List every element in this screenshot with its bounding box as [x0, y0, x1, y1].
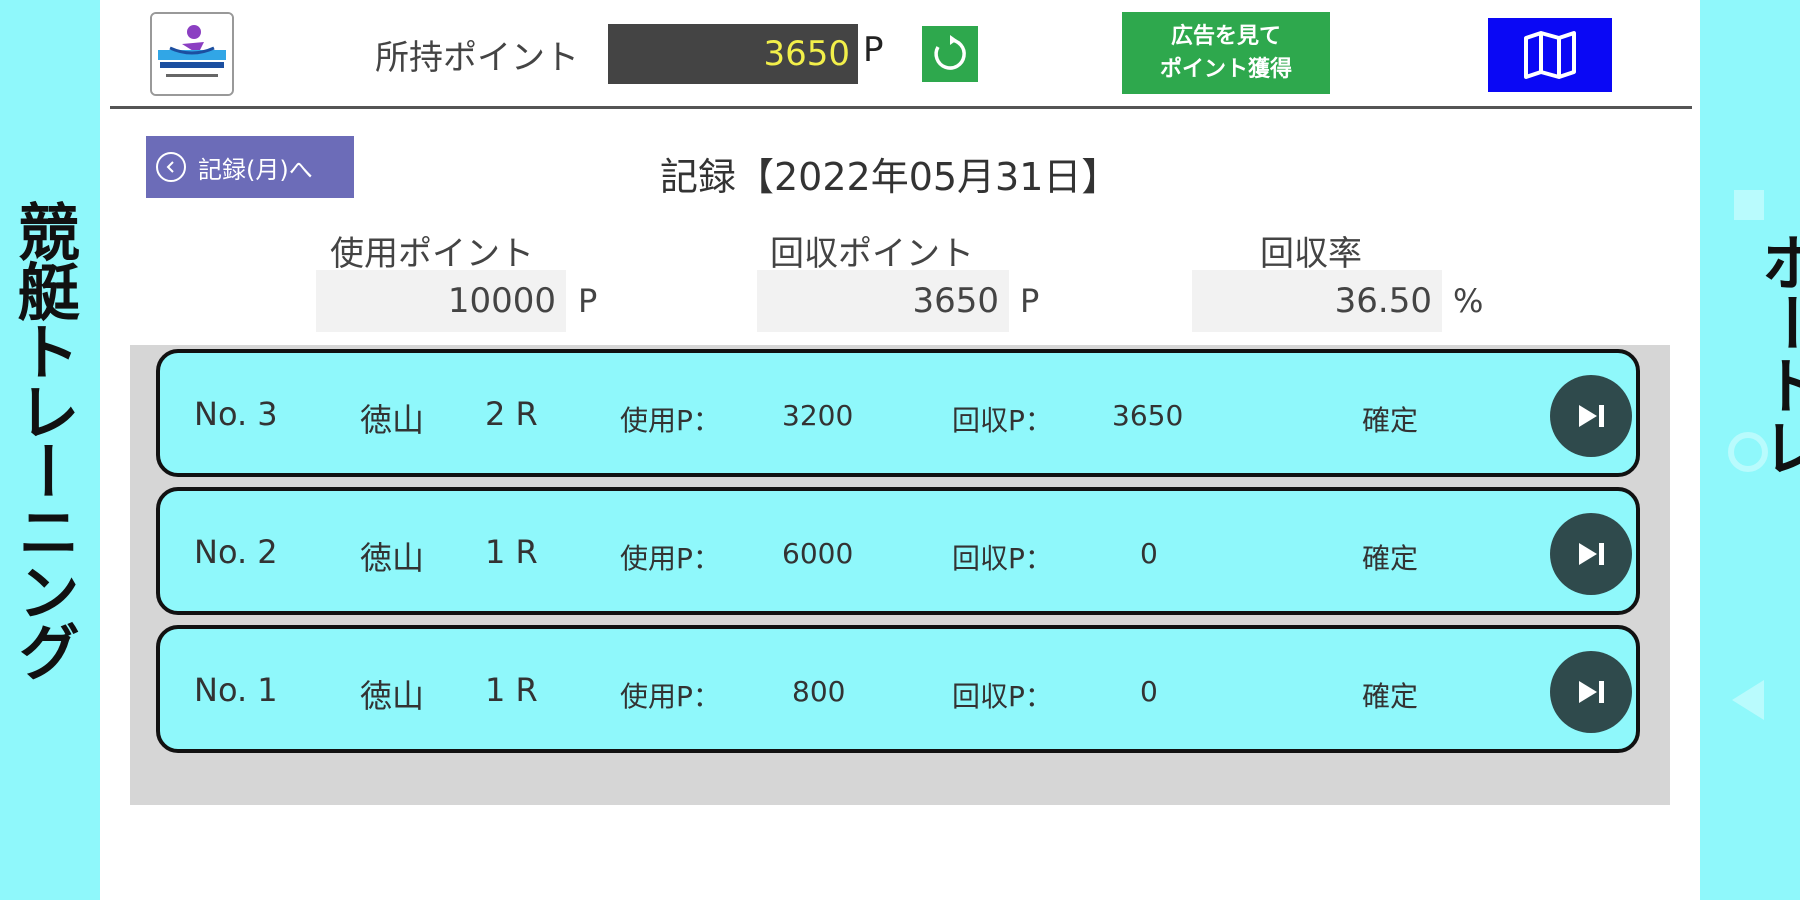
skip-next-icon	[1579, 405, 1604, 427]
recovery-rate-value: 36.50	[1192, 270, 1442, 332]
record-used-value: 3200	[782, 399, 854, 432]
recovered-points-label: 回収ポイント	[770, 234, 974, 274]
record-race: 1 R	[485, 533, 538, 571]
record-status: 確定	[1362, 680, 1419, 713]
owned-points-label: 所持ポイント	[375, 38, 579, 78]
skip-next-icon	[1579, 681, 1604, 703]
record-number: No. 3	[194, 395, 278, 433]
record-row[interactable]: No. 1 徳山 1 R 使用P： 800 回収P： 0 確定	[156, 625, 1640, 753]
recovered-points-value: 3650	[757, 270, 1009, 332]
refresh-button[interactable]	[922, 26, 978, 82]
page-title: 記録【2022年05月31日】	[660, 155, 1120, 199]
recent-apps-icon[interactable]	[1734, 190, 1764, 220]
owned-points-unit: P	[863, 30, 884, 70]
records-list: No. 3 徳山 2 R 使用P： 3200 回収P： 3650 確定 No. …	[130, 345, 1670, 805]
owned-points-value: 3650	[608, 24, 858, 84]
record-recovered-label: 回収P：	[952, 542, 1053, 575]
record-recovered-value: 3650	[1112, 399, 1184, 432]
watch-ad-label-1: 広告を見て	[1170, 24, 1281, 49]
back-nav-icon[interactable]	[1732, 680, 1764, 720]
used-points-label: 使用ポイント	[330, 234, 534, 274]
record-row[interactable]: No. 3 徳山 2 R 使用P： 3200 回収P： 3650 確定	[156, 349, 1640, 477]
recovered-points-unit: P	[1020, 282, 1040, 320]
watch-ad-button[interactable]: 広告を見て ポイント獲得	[1122, 12, 1330, 94]
record-number: No. 2	[194, 533, 278, 571]
map-button[interactable]	[1488, 18, 1612, 92]
record-used-label: 使用P：	[620, 680, 721, 713]
app-logo	[150, 12, 234, 96]
record-detail-button[interactable]	[1550, 651, 1632, 733]
record-recovered-value: 0	[1140, 537, 1158, 570]
used-points-value: 10000	[316, 270, 566, 332]
record-recovered-value: 0	[1140, 675, 1158, 708]
refresh-icon	[934, 35, 966, 70]
record-used-value: 6000	[782, 537, 854, 570]
back-to-monthly-button[interactable]: 記録(月)へ	[146, 136, 354, 198]
back-to-monthly-label: 記録(月)へ	[198, 155, 313, 184]
record-status: 確定	[1362, 404, 1419, 437]
record-row[interactable]: No. 2 徳山 1 R 使用P： 6000 回収P： 0 確定	[156, 487, 1640, 615]
recovery-rate-label: 回収率	[1260, 234, 1362, 274]
record-venue: 徳山	[360, 539, 425, 577]
record-venue: 徳山	[360, 677, 425, 715]
right-banner-text: ボートレ！	[1751, 230, 1800, 540]
record-race: 1 R	[485, 671, 538, 709]
record-used-value: 800	[792, 675, 846, 708]
left-banner-text: 競艇トレーニング	[7, 200, 80, 680]
record-venue: 徳山	[360, 401, 425, 439]
record-detail-button[interactable]	[1550, 375, 1632, 457]
record-number: No. 1	[194, 671, 278, 709]
header-divider	[110, 106, 1692, 109]
record-used-label: 使用P：	[620, 542, 721, 575]
record-detail-button[interactable]	[1550, 513, 1632, 595]
map-icon	[1524, 31, 1576, 79]
recovery-rate-unit: %	[1453, 282, 1484, 320]
skip-next-icon	[1579, 543, 1604, 565]
watch-ad-label-2: ポイント獲得	[1159, 57, 1292, 82]
used-points-unit: P	[578, 282, 598, 320]
record-recovered-label: 回収P：	[952, 680, 1053, 713]
record-race: 2 R	[485, 395, 538, 433]
main-panel: 所持ポイント 3650 P 広告を見て ポイント獲得 記録(月)へ 記録【202…	[100, 0, 1700, 900]
record-used-label: 使用P：	[620, 404, 721, 437]
chevron-left-icon	[156, 152, 186, 182]
left-side-banner: 競艇トレーニング	[0, 0, 100, 900]
home-icon[interactable]	[1728, 432, 1768, 472]
record-recovered-label: 回収P：	[952, 404, 1053, 437]
record-status: 確定	[1362, 542, 1419, 575]
